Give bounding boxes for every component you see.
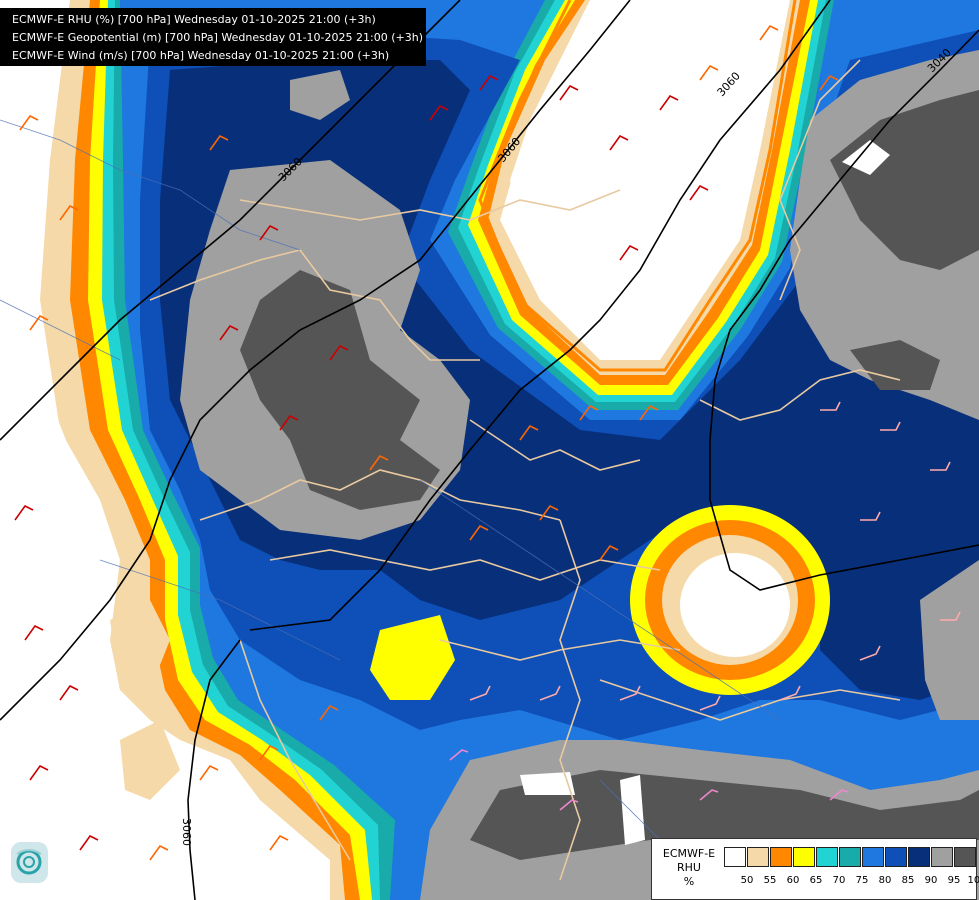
legend-swatch: [862, 847, 884, 867]
map-info-box: ECMWF-E RHU (%) [700 hPa] Wednesday 01-1…: [0, 8, 426, 66]
wind-title: ECMWF-E Wind (m/s) [700 hPa] Wednesday 0…: [12, 49, 390, 62]
legend-swatch: [954, 847, 976, 867]
legend-title-line: ECMWF-E: [662, 847, 716, 860]
legend-title-line: RHU: [677, 861, 701, 874]
geopotential-title: ECMWF-E Geopotential (m) [700 hPa] Wedne…: [12, 31, 423, 44]
legend-swatch: [885, 847, 907, 867]
legend-swatch: [931, 847, 953, 867]
legend-tick-label: 100: [967, 875, 979, 886]
legend-swatch: [816, 847, 838, 867]
legend-swatch: [747, 847, 769, 867]
legend-tick-label: 95: [947, 875, 961, 886]
legend-tick-label: 80: [878, 875, 892, 886]
ecmwf-logo-icon: [11, 842, 48, 883]
legend-swatch: [793, 847, 815, 867]
rhu-title: ECMWF-E RHU (%) [700 hPa] Wednesday 01-1…: [12, 13, 376, 26]
legend-title: ECMWF-E RHU %: [654, 847, 724, 889]
legend-swatches: [724, 847, 977, 867]
legend-tick-label: 60: [786, 875, 800, 886]
dry-eye-east: [680, 553, 790, 657]
legend-tick-label: 55: [763, 875, 777, 886]
contour-label: 3060: [180, 818, 193, 846]
legend-ticks: 50 55 60 65 70 75 80 85 90 95 100: [724, 875, 979, 889]
legend-tick-label: 50: [740, 875, 754, 886]
legend-tick-label: 65: [809, 875, 823, 886]
weather-map: 3060 3060 3040 3060 3060 ECMWF-E RHU (%)…: [0, 0, 979, 900]
legend-swatch: [724, 847, 746, 867]
legend-tick-label: 70: [832, 875, 846, 886]
dry-patch-south-2: [520, 772, 575, 795]
legend-tick-label: 75: [855, 875, 869, 886]
legend-swatch: [908, 847, 930, 867]
legend-tick-label: 90: [924, 875, 938, 886]
legend-title-line: %: [683, 875, 695, 888]
rhu-legend: ECMWF-E RHU % 50 55 60 65 70 75 80 85 90 95 100: [651, 838, 979, 900]
legend-swatch: [770, 847, 792, 867]
legend-swatch: [839, 847, 861, 867]
legend-tick-label: 85: [901, 875, 915, 886]
map-canvas: 3060 3060 3040 3060 3060: [0, 0, 979, 900]
